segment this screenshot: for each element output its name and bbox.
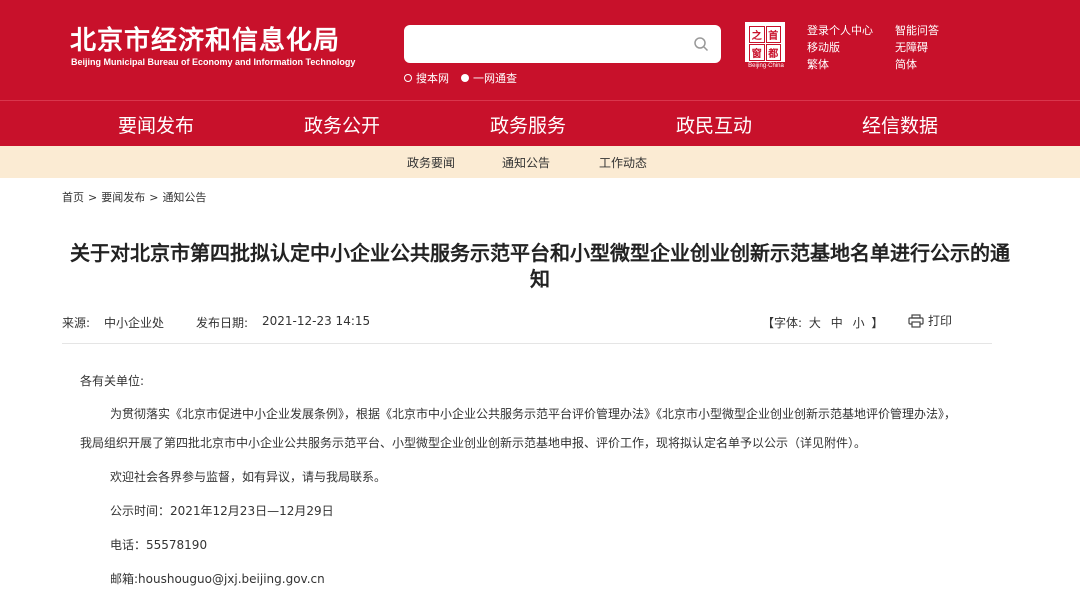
link-mobile[interactable]: 移动版: [807, 41, 895, 55]
breadcrumb-home[interactable]: 首页: [62, 189, 84, 205]
article-paragraph: 为贯彻落实《北京市促进中小企业发展条例》，根据《北京市中小企业公共服务示范平台评…: [80, 407, 957, 450]
contact-phone: 电话：55578190: [110, 538, 208, 552]
breadcrumb: 首页 > 要闻发布 > 通知公告: [62, 189, 206, 205]
source-label: 来源:: [62, 316, 91, 330]
date-label: 发布日期:: [196, 316, 249, 330]
article-greeting: 各有关单位:: [80, 374, 145, 388]
link-accessibility[interactable]: 无障碍: [895, 41, 955, 55]
main-nav: 要闻发布 政务公开 政务服务 政民互动 经信数据: [0, 100, 1080, 149]
breadcrumb-separator: >: [88, 190, 98, 204]
link-smart-qa[interactable]: 智能问答: [895, 24, 955, 38]
subnav-work-updates[interactable]: 工作动态: [599, 154, 647, 171]
font-small-button[interactable]: 小: [853, 316, 865, 330]
seal-char: 首: [765, 26, 781, 43]
printer-icon: [908, 313, 924, 328]
search-scope-options: 搜本网 一网通查: [404, 70, 529, 86]
seal-char: 之: [749, 26, 765, 43]
article-title: 关于对北京市第四批拟认定中小企业公共服务示范平台和小型微型企业创业创新示范基地名…: [70, 241, 1010, 291]
nav-news[interactable]: 要闻发布: [105, 111, 207, 149]
print-button[interactable]: 打印: [908, 312, 952, 329]
search-input[interactable]: [414, 33, 674, 55]
font-medium-button[interactable]: 中: [831, 316, 843, 330]
nav-gov-open[interactable]: 政务公开: [304, 111, 380, 138]
link-traditional[interactable]: 繁体: [807, 58, 895, 72]
nav-interaction[interactable]: 政民互动: [676, 111, 752, 138]
article-meta: 来源: 中小企业处 发布日期: 2021-12-23 14:15 【字体: 大 …: [62, 312, 992, 344]
sub-nav: 政务要闻 通知公告 工作动态: [0, 146, 1080, 178]
radio-unchecked-icon: [404, 74, 412, 82]
search-icon[interactable]: [693, 36, 709, 52]
site-header: 北京市经济和信息化局 Beijing Municipal Bureau of E…: [0, 0, 1080, 100]
breadcrumb-news[interactable]: 要闻发布: [101, 189, 145, 205]
link-simplified[interactable]: 简体: [895, 58, 955, 72]
radio-checked-icon: [461, 74, 469, 82]
subnav-gov-news[interactable]: 政务要闻: [407, 154, 455, 171]
contact-email[interactable]: 邮箱:houshouguo@jxj.beijing.gov.cn: [110, 568, 325, 590]
print-label: 打印: [928, 314, 953, 328]
search-scope-all[interactable]: 一网通查: [461, 70, 517, 86]
seal-icon: 之 首 窗 都: [745, 22, 785, 62]
site-logo-en: Beijing Municipal Bureau of Economy and …: [71, 57, 356, 67]
font-size-label: 【字体:: [762, 316, 803, 330]
font-size-control: 【字体: 大 中 小 】: [762, 314, 883, 331]
date-value: 2021-12-23 14:15: [262, 314, 371, 328]
search-box: [404, 25, 721, 63]
article-paragraph: 欢迎社会各界参与监督，如有异议，请与我局联系。: [110, 470, 387, 484]
font-large-button[interactable]: 大: [809, 316, 821, 330]
seal-caption: Beijing·China: [748, 63, 784, 69]
capital-window-seal[interactable]: 之 首 窗 都 Beijing·China: [745, 22, 787, 70]
search-scope-site[interactable]: 搜本网: [404, 70, 449, 86]
nav-data[interactable]: 经信数据: [862, 111, 938, 138]
top-links: 登录个人中心 智能问答 移动版 无障碍 繁体 简体: [807, 24, 955, 72]
link-login[interactable]: 登录个人中心: [807, 24, 895, 38]
site-logo-cn[interactable]: 北京市经济和信息化局: [70, 20, 340, 57]
search-scope-site-label: 搜本网: [416, 72, 449, 85]
publicity-period: 公示时间：2021年12月23日—12月29日: [110, 504, 334, 518]
search-scope-all-label: 一网通查: [473, 72, 517, 85]
breadcrumb-notices[interactable]: 通知公告: [162, 189, 206, 205]
nav-gov-service[interactable]: 政务服务: [490, 111, 566, 138]
subnav-notices[interactable]: 通知公告: [502, 154, 550, 171]
breadcrumb-separator: >: [149, 190, 159, 204]
seal-char: 窗: [749, 44, 765, 61]
source-value: 中小企业处: [104, 316, 165, 330]
font-size-label-close: 】: [871, 316, 884, 330]
seal-char: 都: [765, 44, 781, 61]
